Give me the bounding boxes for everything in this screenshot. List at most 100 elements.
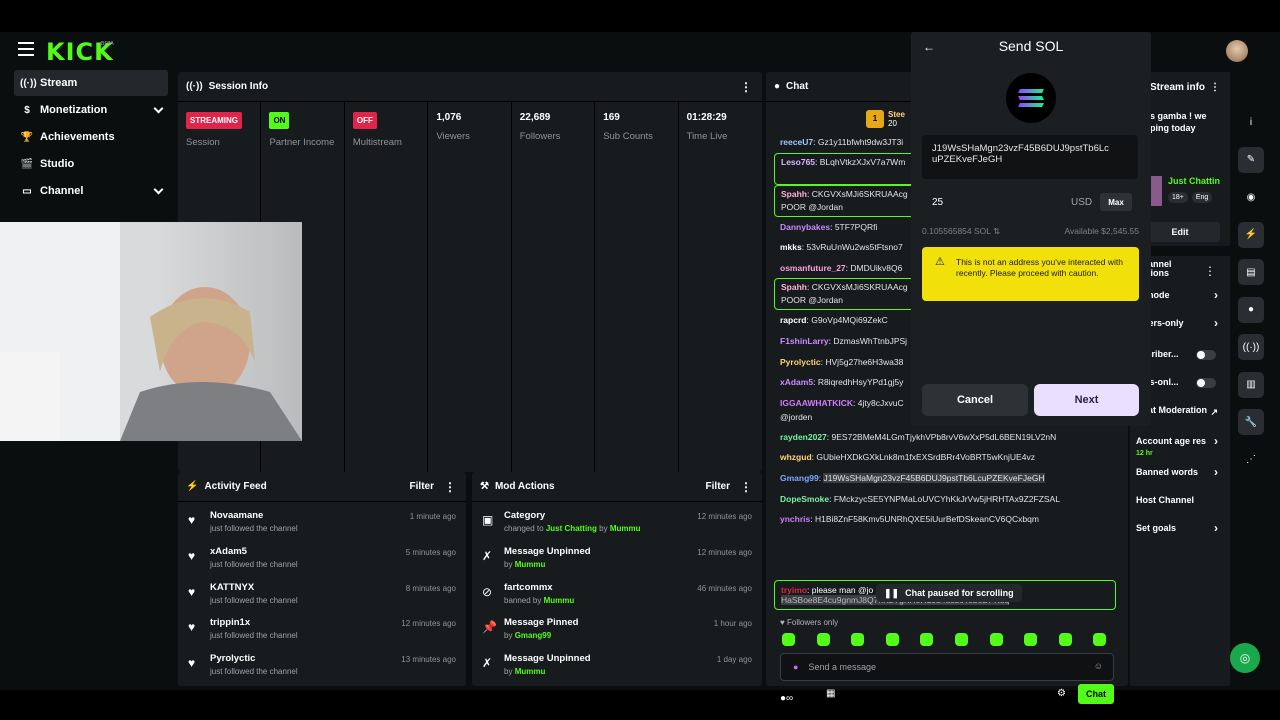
cancel-button[interactable]: Cancel bbox=[922, 384, 1028, 416]
kebab-icon[interactable]: ⋮ bbox=[740, 80, 752, 94]
toggle-switch[interactable] bbox=[1196, 350, 1216, 360]
layout-icon[interactable]: ▥ bbox=[1238, 371, 1264, 398]
chat-line[interactable]: whzgud: GUbieHXDkGXkLnk8m1fxEXSrdBRr4VoB… bbox=[774, 447, 1114, 468]
activity-user[interactable]: trippin1x bbox=[210, 617, 298, 628]
support-chat-icon[interactable]: ◎ bbox=[1230, 643, 1260, 673]
kebab-icon[interactable]: ⋮ bbox=[1204, 264, 1216, 278]
message-input[interactable]: ● Send a message ☺ bbox=[780, 653, 1114, 681]
document-icon[interactable]: ▤ bbox=[1238, 259, 1264, 285]
chat-line[interactable]: Gmang99: J19WsSHaMgn23vzF45B6DUJ9pstTb6L… bbox=[774, 468, 1114, 489]
menu-icon[interactable] bbox=[18, 42, 34, 56]
chat-username[interactable]: F1shinLarry bbox=[780, 336, 829, 346]
channel-action-item[interactable]: Account age res 12 hr › bbox=[1130, 435, 1230, 467]
activity-row[interactable]: ♥ Pyrolyctic just followed the channel 13 m… bbox=[178, 649, 466, 685]
emote-icon[interactable] bbox=[851, 633, 865, 646]
broadcast-icon[interactable]: ((·)) bbox=[1238, 334, 1264, 360]
chat-username[interactable]: ynchris bbox=[780, 514, 810, 524]
chevron-down-icon[interactable] bbox=[153, 103, 164, 114]
mod-action-row[interactable]: ⊘ fartcommx banned by Mummu 46 minutes ago bbox=[472, 578, 762, 614]
moderator-name[interactable]: Mummu bbox=[515, 667, 546, 676]
kebab-icon[interactable]: ⋮ bbox=[1210, 82, 1220, 93]
kebab-icon[interactable]: ⋮ bbox=[740, 480, 752, 494]
moderator-name[interactable]: Mummu bbox=[610, 524, 641, 533]
edit-button[interactable]: Edit bbox=[1140, 222, 1220, 242]
emote-icon[interactable] bbox=[989, 633, 1003, 646]
pencil-icon[interactable]: ✎ bbox=[1238, 146, 1264, 173]
settings-icon[interactable]: ⚙ bbox=[1057, 688, 1066, 699]
external-link-icon[interactable]: ↗ bbox=[1210, 407, 1218, 418]
emote-icon[interactable] bbox=[1058, 633, 1072, 646]
chat-username[interactable]: IGGAAWHATKICK bbox=[780, 398, 853, 408]
chevron-right-icon[interactable]: › bbox=[1214, 466, 1218, 478]
category-link[interactable]: Just Chatting bbox=[546, 524, 597, 533]
chat-username[interactable]: tryimo bbox=[781, 585, 807, 595]
filter-button[interactable]: Filter bbox=[706, 481, 730, 492]
chat-line[interactable]: DopeSmoke: FMckzycSE5YNPMaLoUVCYhKkJrVw5… bbox=[774, 489, 1114, 510]
chat-username[interactable]: Spahh bbox=[781, 189, 807, 199]
chat-username[interactable]: Spahh bbox=[781, 282, 807, 292]
emote-icon[interactable] bbox=[920, 633, 934, 646]
address-field[interactable]: J19WsSHaMgn23vzF45B6DUJ9pstTb6LcuPZEKveF… bbox=[922, 135, 1138, 179]
mic-icon[interactable]: ● bbox=[793, 662, 798, 672]
kebab-icon[interactable]: ⋮ bbox=[444, 480, 456, 494]
activity-user[interactable]: Novaamane bbox=[210, 510, 298, 521]
mod-action-row[interactable]: 📌 Message Pinned by Gmang99 1 hour ago bbox=[472, 613, 762, 649]
sidebar-item-studio[interactable]: 🎬 Studio bbox=[14, 151, 168, 177]
channel-action-item[interactable]: Banned words › bbox=[1130, 466, 1230, 495]
chat-line[interactable]: ynchris: H1Bi8ZnF58Kmv5UNRhQXE5iUurBefDS… bbox=[774, 509, 1114, 530]
sidebar-item-monetization[interactable]: $ Monetization bbox=[14, 97, 168, 123]
next-button[interactable]: Next bbox=[1034, 384, 1139, 416]
info-icon[interactable]: i bbox=[1238, 109, 1264, 135]
chevron-right-icon[interactable]: › bbox=[1214, 289, 1218, 301]
activity-user[interactable]: Pyrolyctic bbox=[210, 653, 298, 664]
chevron-right-icon[interactable]: › bbox=[1214, 317, 1218, 329]
chevron-right-icon[interactable]: › bbox=[1214, 435, 1218, 447]
chat-username[interactable]: Pyrolyctic bbox=[780, 357, 821, 367]
send-chat-button[interactable]: Chat bbox=[1078, 684, 1114, 704]
chat-username[interactable]: DopeSmoke bbox=[780, 494, 829, 504]
chat-username[interactable]: reeceU7 bbox=[780, 137, 813, 147]
channel-action-item[interactable]: Set goals › bbox=[1130, 522, 1230, 551]
chat-username[interactable]: rayden2027 bbox=[780, 432, 827, 442]
store-icon[interactable]: ▦ bbox=[826, 688, 835, 699]
moderator-name[interactable]: Mummu bbox=[544, 596, 575, 605]
share-icon[interactable]: ⋰ bbox=[1238, 447, 1264, 473]
chevron-down-icon[interactable] bbox=[153, 184, 164, 195]
activity-row[interactable]: ♥ Novaamane just followed the channel 1 min… bbox=[178, 506, 466, 542]
activity-user[interactable]: KATTNYX bbox=[210, 582, 298, 593]
chat-username[interactable]: xAdam5 bbox=[780, 377, 813, 387]
activity-row[interactable]: ♥ trippin1x just followed the channel 12 mi… bbox=[178, 613, 466, 649]
mod-action-row[interactable]: ▣ Category changed to Just Chatting by Mum… bbox=[472, 506, 762, 542]
mod-action-row[interactable]: ✗ Message Unpinned by Mummu 12 minutes ago bbox=[472, 542, 762, 578]
activity-row[interactable]: ♥ xAdam5 just followed the channel 5 minute… bbox=[178, 542, 466, 578]
chat-username[interactable]: osmanfuture_27 bbox=[780, 263, 846, 273]
sidebar-item-channel[interactable]: ▭ Channel bbox=[14, 178, 168, 204]
community-icon[interactable]: ●∞ bbox=[780, 693, 793, 704]
activity-user[interactable]: xAdam5 bbox=[210, 546, 298, 557]
emote-icon[interactable] bbox=[885, 633, 899, 646]
channel-action-item[interactable]: Host Channel bbox=[1130, 495, 1230, 523]
chat-username[interactable]: Leso765 bbox=[781, 157, 815, 167]
emote-icon[interactable] bbox=[782, 633, 795, 646]
chat-username[interactable]: mkks bbox=[780, 242, 802, 252]
chat-username[interactable]: Dannybakes bbox=[780, 222, 830, 232]
camera-icon[interactable]: ◉ bbox=[1238, 184, 1264, 210]
emoji-icon[interactable]: ☺ bbox=[1094, 661, 1103, 671]
emote-icon[interactable] bbox=[1024, 633, 1038, 646]
chat-username[interactable]: Gmang99 bbox=[780, 473, 819, 483]
wrench-icon[interactable]: 🔧 bbox=[1238, 409, 1264, 435]
max-button[interactable]: Max bbox=[1100, 193, 1132, 211]
toggle-switch[interactable] bbox=[1196, 378, 1216, 388]
amount-field[interactable]: 25 USD Max bbox=[922, 190, 1138, 216]
chat-username[interactable]: whzgud bbox=[780, 452, 812, 462]
chat-icon[interactable]: ● bbox=[1238, 296, 1264, 323]
moderator-name[interactable]: Gmang99 bbox=[515, 631, 551, 640]
emote-icon[interactable] bbox=[816, 633, 830, 646]
avatar[interactable] bbox=[1226, 40, 1248, 62]
pinned-message[interactable]: 1 Stee 20 bbox=[866, 110, 905, 128]
moderator-name[interactable]: Mummu bbox=[515, 560, 546, 569]
chat-username[interactable]: rapcrd bbox=[780, 315, 806, 325]
activity-row[interactable]: ♥ KATTNYX just followed the channel 8 minut… bbox=[178, 578, 466, 614]
sidebar-item-achievements[interactable]: 🏆 Achievements bbox=[14, 124, 168, 150]
emote-icon[interactable] bbox=[954, 633, 968, 646]
